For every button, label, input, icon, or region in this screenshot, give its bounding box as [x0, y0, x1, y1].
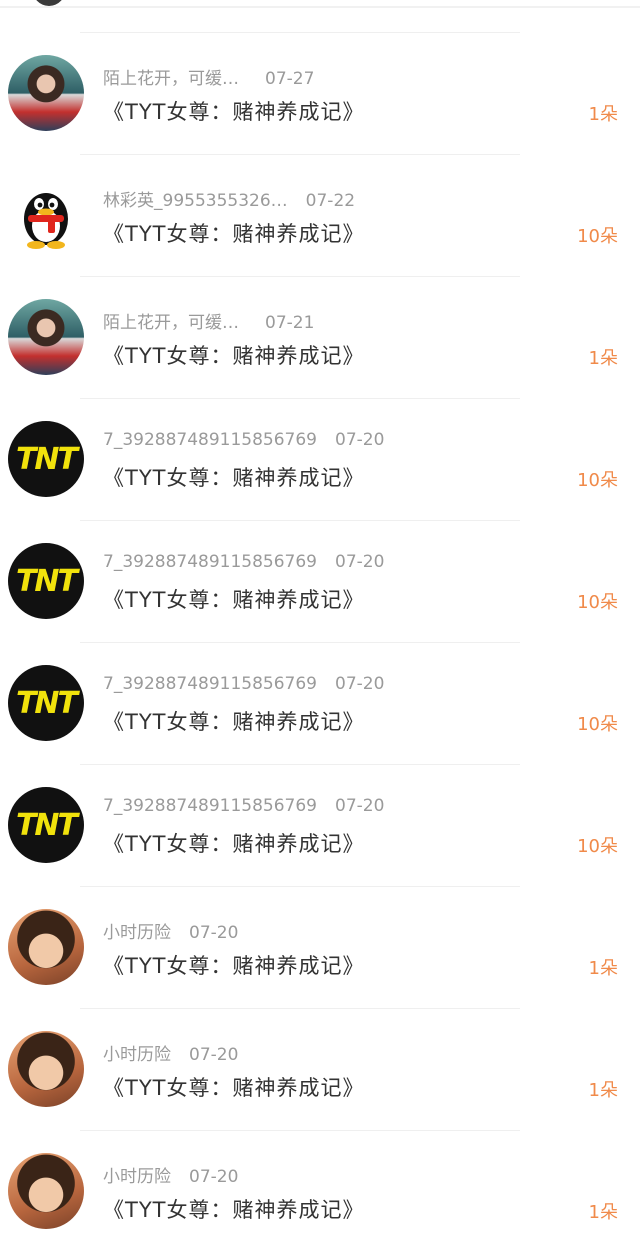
item-meta: 小时历险 07-20	[103, 1162, 239, 1187]
divider	[80, 398, 520, 399]
list-item[interactable]: TNT 7_392887489115856769 07-20 《TYT女尊：赌神养…	[0, 642, 640, 764]
avatar[interactable]	[8, 909, 84, 985]
divider	[80, 32, 520, 33]
username: 7_392887489115856769	[103, 796, 318, 816]
list-item[interactable]: TNT 7_392887489115856769 07-20 《TYT女尊：赌神养…	[0, 764, 640, 886]
item-meta: 7_392887489115856769 07-20	[103, 796, 384, 820]
tnt-logo-icon: TNT	[15, 807, 78, 843]
avatar[interactable]: TNT	[8, 787, 84, 863]
book-title: 《TYT女尊：赌神养成记》	[103, 710, 365, 734]
gift-record-list: 陌上花开，可缓… 07-27 《TYT女尊：赌神养成记》 1朵 林彩英_99553…	[0, 32, 640, 1252]
item-meta: 7_392887489115856769 07-20	[103, 674, 384, 698]
divider	[80, 520, 520, 521]
avatar[interactable]	[8, 55, 84, 131]
avatar[interactable]	[8, 1153, 84, 1229]
flower-count: 1朵	[588, 958, 618, 979]
date: 07-20	[335, 796, 385, 816]
avatar[interactable]: TNT	[8, 421, 84, 497]
date: 07-20	[189, 1167, 239, 1187]
list-item[interactable]: 小时历险 07-20 《TYT女尊：赌神养成记》 1朵	[0, 1130, 640, 1252]
book-title: 《TYT女尊：赌神养成记》	[103, 344, 365, 368]
book-title: 《TYT女尊：赌神养成记》	[103, 832, 365, 856]
divider	[80, 1130, 520, 1131]
item-meta: 小时历险 07-20	[103, 918, 239, 943]
book-title: 《TYT女尊：赌神养成记》	[103, 222, 365, 246]
list-item[interactable]: TNT 7_392887489115856769 07-20 《TYT女尊：赌神养…	[0, 520, 640, 642]
list-item[interactable]: TNT 7_392887489115856769 07-20 《TYT女尊：赌神养…	[0, 398, 640, 520]
date: 07-22	[305, 191, 356, 211]
tnt-logo-icon: TNT	[15, 685, 78, 721]
avatar[interactable]	[8, 177, 84, 253]
item-meta: 小时历险 07-20	[103, 1040, 239, 1065]
flower-count: 10朵	[577, 470, 618, 491]
date: 07-21	[265, 313, 315, 333]
item-meta: 陌上花开，可缓… 07-27	[103, 64, 315, 89]
book-title: 《TYT女尊：赌神养成记》	[103, 1076, 365, 1100]
flower-count: 1朵	[588, 104, 618, 125]
book-title: 《TYT女尊：赌神养成记》	[103, 466, 365, 490]
item-meta: 陌上花开，可缓… 07-21	[103, 308, 315, 333]
flower-count: 1朵	[588, 1080, 618, 1101]
item-meta: 7_392887489115856769 07-20	[103, 430, 384, 454]
flower-count: 10朵	[577, 226, 618, 247]
item-meta: 林彩英_9955355326… 07-22	[103, 186, 356, 211]
username: 林彩英_9955355326…	[103, 191, 288, 211]
flower-count: 10朵	[577, 714, 618, 735]
date: 07-20	[189, 1045, 239, 1065]
flower-count: 10朵	[577, 592, 618, 613]
book-title: 《TYT女尊：赌神养成记》	[103, 588, 365, 612]
date: 07-20	[335, 552, 385, 572]
username: 7_392887489115856769	[103, 552, 318, 572]
item-meta: 7_392887489115856769 07-20	[103, 552, 384, 576]
previous-item-edge	[0, 0, 640, 8]
list-item[interactable]: 小时历险 07-20 《TYT女尊：赌神养成记》 1朵	[0, 886, 640, 1008]
qq-penguin-icon	[24, 193, 68, 249]
divider	[80, 642, 520, 643]
date: 07-20	[189, 923, 239, 943]
list-item[interactable]: 林彩英_9955355326… 07-22 《TYT女尊：赌神养成记》 10朵	[0, 154, 640, 276]
username: 陌上花开，可缓…	[103, 313, 239, 333]
date: 07-20	[335, 674, 385, 694]
tnt-logo-icon: TNT	[15, 441, 78, 477]
flower-count: 1朵	[588, 348, 618, 369]
tnt-logo-icon: TNT	[15, 563, 78, 599]
book-title: 《TYT女尊：赌神养成记》	[103, 100, 365, 124]
list-item[interactable]: 陌上花开，可缓… 07-21 《TYT女尊：赌神养成记》 1朵	[0, 276, 640, 398]
avatar[interactable]	[8, 299, 84, 375]
username: 小时历险	[103, 1167, 171, 1187]
divider	[80, 1008, 520, 1009]
list-item[interactable]: 陌上花开，可缓… 07-27 《TYT女尊：赌神养成记》 1朵	[0, 32, 640, 154]
book-title: 《TYT女尊：赌神养成记》	[103, 954, 365, 978]
avatar[interactable]	[8, 1031, 84, 1107]
username: 7_392887489115856769	[103, 674, 318, 694]
divider	[0, 6, 640, 8]
username: 陌上花开，可缓…	[103, 69, 239, 89]
avatar[interactable]: TNT	[8, 665, 84, 741]
divider	[80, 764, 520, 765]
divider	[80, 276, 520, 277]
list-item[interactable]: 小时历险 07-20 《TYT女尊：赌神养成记》 1朵	[0, 1008, 640, 1130]
date: 07-20	[335, 430, 385, 450]
flower-count: 1朵	[588, 1202, 618, 1223]
divider	[80, 886, 520, 887]
username: 7_392887489115856769	[103, 430, 318, 450]
username: 小时历险	[103, 923, 171, 943]
date: 07-27	[265, 69, 315, 89]
divider	[80, 154, 520, 155]
flower-count: 10朵	[577, 836, 618, 857]
book-title: 《TYT女尊：赌神养成记》	[103, 1198, 365, 1222]
username: 小时历险	[103, 1045, 171, 1065]
avatar[interactable]: TNT	[8, 543, 84, 619]
